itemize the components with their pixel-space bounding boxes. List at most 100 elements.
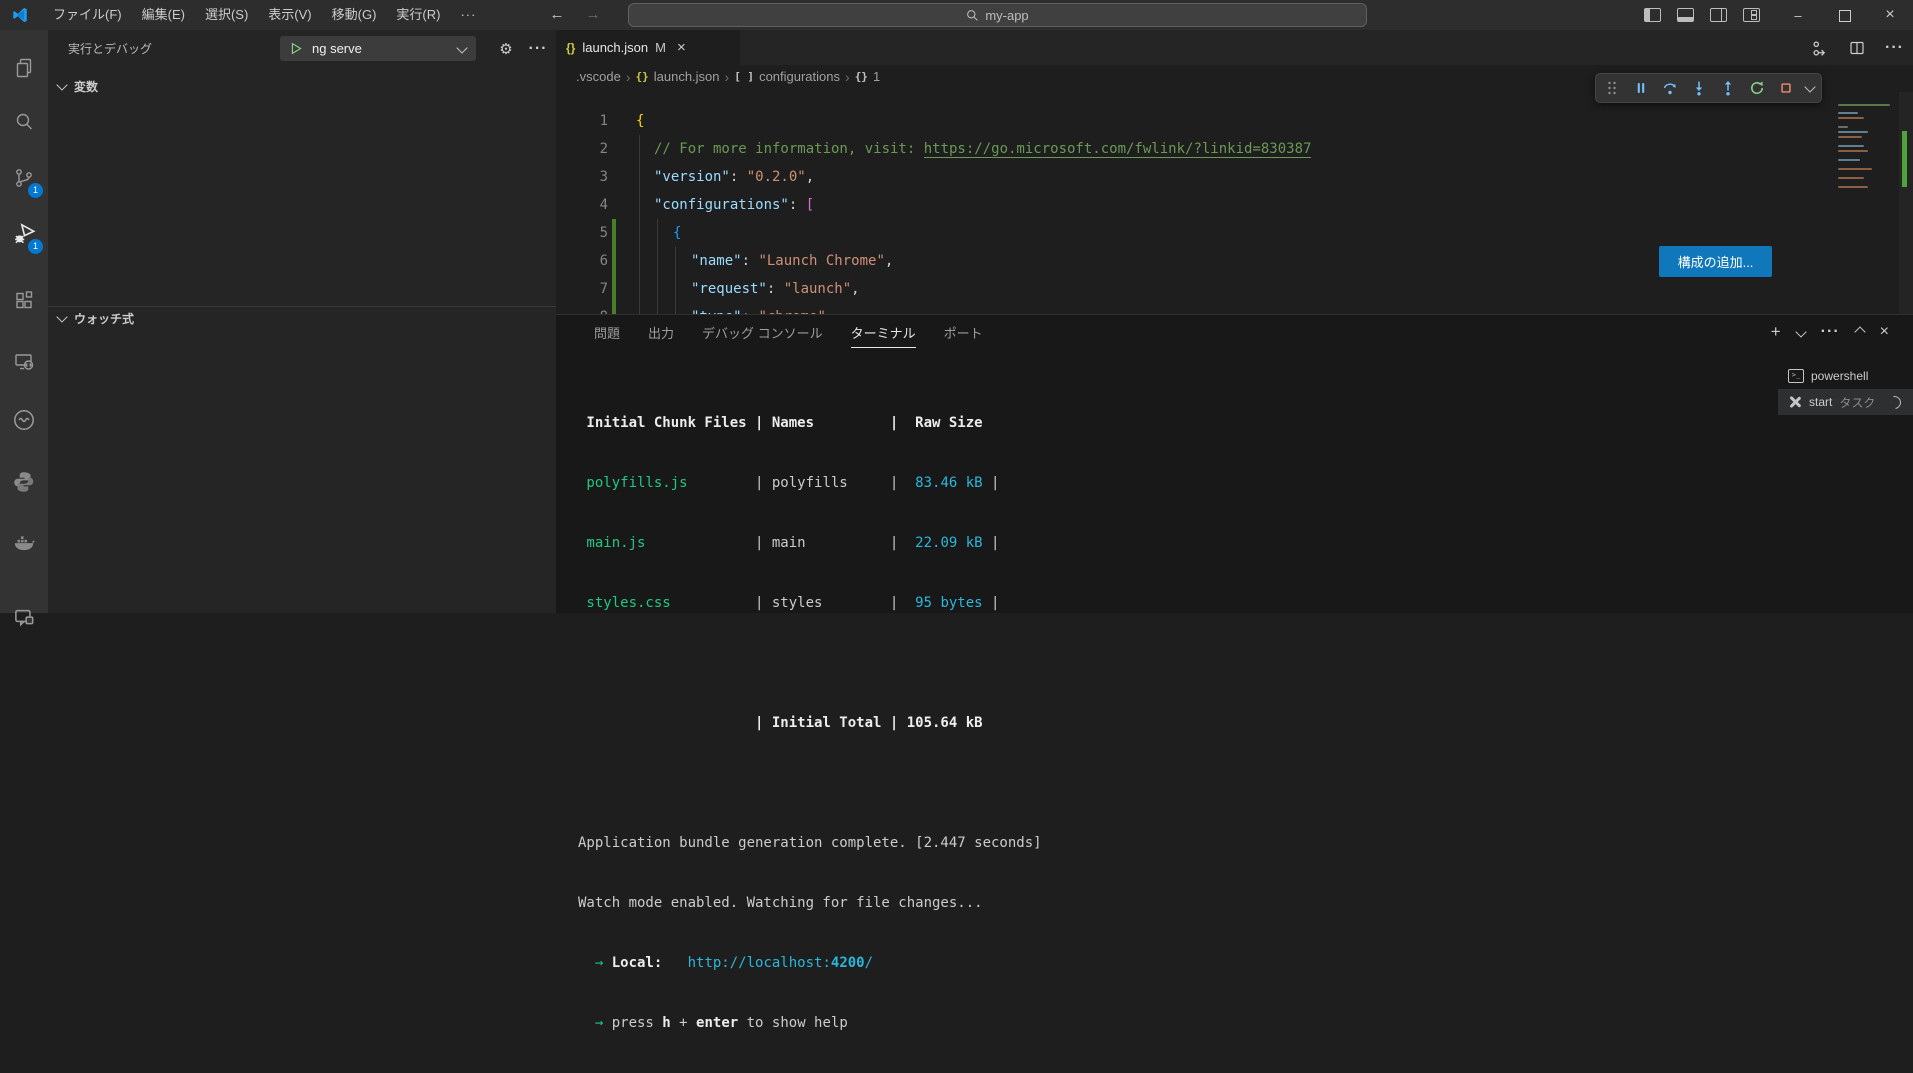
text-segment: {: [673, 225, 682, 241]
restore-button[interactable]: [1821, 0, 1867, 30]
json-array-icon: [ ]: [734, 70, 755, 83]
search-view-icon[interactable]: [0, 98, 48, 146]
customize-layout-icon[interactable]: [1743, 8, 1760, 22]
terminal-item-start-task[interactable]: start タスク: [1778, 389, 1913, 415]
start-debug-icon[interactable]: [290, 42, 303, 55]
text-segment: styles.css: [578, 595, 671, 611]
toggle-panel-icon[interactable]: [1677, 8, 1694, 22]
close-button[interactable]: ×: [1867, 0, 1913, 30]
open-changes-icon[interactable]: [1812, 40, 1829, 57]
code-editor[interactable]: 1{ 2// For more information, visit: http…: [556, 88, 1835, 314]
variables-section-label: 変数: [74, 79, 99, 94]
feedback-icon[interactable]: [0, 592, 48, 640]
menu-overflow-icon[interactable]: ···: [450, 0, 486, 30]
minimize-button[interactable]: –: [1775, 0, 1821, 30]
python-icon[interactable]: [0, 458, 48, 506]
step-out-button[interactable]: [1719, 79, 1737, 97]
text-segment: 83.46 kB: [898, 475, 983, 491]
breadcrumb-symbol[interactable]: 1: [873, 69, 880, 84]
code-line[interactable]: 3 "version": "0.2.0",: [556, 163, 1835, 191]
tab-terminal[interactable]: ターミナル: [850, 323, 916, 348]
breadcrumb-file[interactable]: launch.json: [654, 69, 720, 84]
code-line[interactable]: 4 "configurations": [: [556, 191, 1835, 219]
terminal-line: styles.css | styles | 95 bytes |: [578, 593, 1042, 613]
code-line[interactable]: 7 "request": "launch",: [556, 275, 1835, 303]
tab-close-icon[interactable]: ×: [677, 39, 686, 56]
launch-profile-chevron-icon[interactable]: [1795, 326, 1807, 338]
editor-more-actions-icon[interactable]: ···: [1885, 39, 1904, 57]
add-configuration-button[interactable]: 構成の追加...: [1659, 246, 1772, 277]
menu-file[interactable]: ファイル(F): [43, 0, 132, 30]
menu-edit[interactable]: 編集(E): [132, 0, 195, 30]
run-debug-icon[interactable]: 1: [0, 210, 48, 258]
tools-icon: [1788, 395, 1802, 409]
tab-launch-json[interactable]: {} launch.json M ×: [556, 30, 740, 65]
menu-selection[interactable]: 選択(S): [195, 0, 258, 30]
code-text: {: [636, 107, 644, 135]
breadcrumb-folder[interactable]: .vscode: [576, 69, 621, 84]
extensions-icon[interactable]: [0, 276, 48, 324]
restart-button[interactable]: [1748, 79, 1766, 97]
maximize-panel-icon[interactable]: [1853, 326, 1866, 338]
step-over-button[interactable]: [1661, 79, 1679, 97]
explorer-icon[interactable]: [0, 44, 48, 92]
remote-explorer-icon[interactable]: [0, 338, 48, 386]
chevron-down-icon[interactable]: [1804, 80, 1816, 93]
vscode-logo-icon: [13, 7, 27, 23]
debug-toolbar[interactable]: [1595, 73, 1822, 103]
source-control-icon[interactable]: 1: [0, 154, 48, 202]
wave-circle-icon[interactable]: [0, 396, 48, 444]
toggle-sidebar-icon[interactable]: [1644, 8, 1661, 22]
docker-icon[interactable]: [0, 518, 48, 566]
tab-label: launch.json: [582, 40, 649, 55]
text-segment: enter: [696, 1015, 739, 1031]
code-line[interactable]: 2 // For more information, visit: https:/…: [556, 135, 1835, 163]
toggle-secondary-sidebar-icon[interactable]: [1710, 8, 1727, 22]
tab-ports[interactable]: ポート: [944, 323, 983, 342]
json-object-icon: {}: [854, 70, 868, 83]
panel-more-actions-icon[interactable]: ···: [1821, 323, 1840, 341]
stop-button[interactable]: [1777, 79, 1795, 97]
minimap-line: [1838, 168, 1872, 170]
more-actions-icon[interactable]: ···: [527, 38, 549, 60]
text-segment: ,: [884, 253, 894, 269]
code-line[interactable]: 1{: [556, 107, 1835, 135]
breadcrumb[interactable]: .vscode › {} launch.json › [ ] configura…: [576, 65, 880, 88]
text-segment: :: [741, 253, 759, 269]
minimap[interactable]: [1836, 96, 1898, 226]
pause-button[interactable]: [1632, 79, 1650, 97]
menu-run[interactable]: 実行(R): [386, 0, 450, 30]
tab-debug-console[interactable]: デバッグ コンソール: [702, 323, 823, 342]
task-running-spinner-icon: [1885, 392, 1904, 412]
tab-output[interactable]: 出力: [648, 323, 674, 342]
code-line[interactable]: 6 "name": "Launch Chrome",: [556, 247, 1835, 275]
launch-config-dropdown[interactable]: ng serve: [280, 36, 476, 61]
breadcrumb-symbol[interactable]: configurations: [759, 69, 840, 84]
split-editor-icon[interactable]: [1849, 40, 1865, 56]
back-icon[interactable]: ←: [544, 0, 570, 30]
indent-guide: [639, 135, 640, 314]
step-into-button[interactable]: [1690, 79, 1708, 97]
tab-problems[interactable]: 問題: [594, 323, 620, 342]
drag-grip-icon[interactable]: [1603, 79, 1621, 97]
terminal-output[interactable]: Initial Chunk Files | Names | Raw Size p…: [578, 373, 1042, 1073]
variables-section-header[interactable]: 変数: [48, 74, 556, 98]
gear-icon[interactable]: ⚙: [495, 38, 517, 60]
code-line[interactable]: 5{: [556, 219, 1835, 247]
editor-scrollbar[interactable]: [1899, 92, 1913, 314]
terminal-item-powershell[interactable]: >_ powershell: [1778, 363, 1913, 389]
line-number: 4: [599, 197, 608, 213]
menu-go[interactable]: 移動(G): [322, 0, 387, 30]
close-panel-icon[interactable]: ×: [1880, 323, 1889, 341]
activity-bar: 1 1: [0, 30, 48, 627]
json-object-icon: {}: [635, 70, 649, 83]
text-segment: to show help: [738, 1015, 848, 1031]
chevron-down-icon: [56, 78, 68, 91]
new-terminal-icon[interactable]: +: [1771, 322, 1781, 342]
watch-section-header[interactable]: ウォッチ式: [48, 306, 556, 330]
command-center-search[interactable]: my-app: [628, 3, 1367, 27]
terminal-line: Watch mode enabled. Watching for file ch…: [578, 893, 1042, 913]
code-line[interactable]: 8 "type": "chrome",: [556, 303, 1835, 314]
menu-view[interactable]: 表示(V): [258, 0, 321, 30]
text-segment: main.js: [578, 535, 646, 551]
